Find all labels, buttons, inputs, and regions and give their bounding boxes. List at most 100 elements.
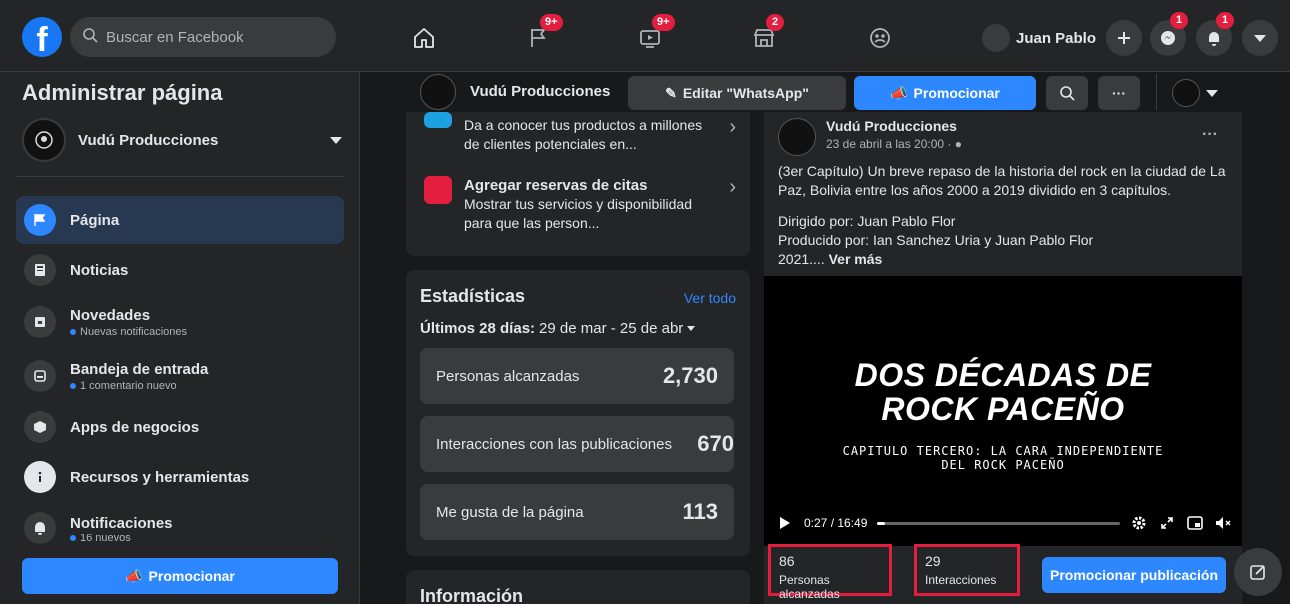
post-header: Vudú Producciones 23 de abril a las 20:0… xyxy=(778,118,962,156)
cube-icon xyxy=(24,411,56,443)
post-card: Vudú Producciones 23 de abril a las 20:0… xyxy=(764,112,1242,604)
page-account-switcher[interactable] xyxy=(1172,76,1218,110)
fullscreen-icon[interactable] xyxy=(1158,514,1176,532)
promote-button[interactable]: 📣 Promocionar xyxy=(22,558,338,594)
more-options-button[interactable]: ··· xyxy=(1098,76,1140,110)
gear-icon[interactable] xyxy=(1130,514,1148,532)
stat-label: Interacciones con las publicaciones xyxy=(436,435,672,453)
notifications-button[interactable]: 1 xyxy=(1196,12,1234,56)
profile-button[interactable]: Juan Pablo xyxy=(982,22,1096,54)
promotion-suggestions-card: Da a conocer tus productos a millones de… xyxy=(406,112,750,256)
boost-post-button[interactable]: Promocionar publicación xyxy=(1042,557,1226,593)
sidebar-item-label: Bandeja de entrada xyxy=(70,360,209,378)
sidebar-item-recursos[interactable]: Recursos y herramientas xyxy=(16,453,344,501)
post-author[interactable]: Vudú Producciones xyxy=(826,118,962,134)
facebook-logo[interactable]: f xyxy=(22,17,62,59)
globe-icon: ● xyxy=(954,137,962,151)
search-box[interactable] xyxy=(70,17,336,57)
video-icon[interactable]: 9+ xyxy=(630,14,675,54)
chevron-down-icon[interactable] xyxy=(330,136,342,144)
play-icon[interactable] xyxy=(776,514,794,532)
avatar xyxy=(982,24,1010,52)
groups-icon[interactable] xyxy=(860,22,900,54)
plus-icon xyxy=(1118,32,1130,44)
sidebar-item-notificaciones[interactable]: Notificaciones 16 nuevos xyxy=(16,504,344,552)
account-menu-button[interactable] xyxy=(1242,20,1278,56)
stat-page-likes[interactable]: Me gusta de la página 113 xyxy=(420,484,734,540)
sidebar-item-subtitle: 1 comentario nuevo xyxy=(70,380,208,392)
messenger-icon xyxy=(1161,31,1175,45)
divider xyxy=(1156,74,1157,110)
period-label: Últimos 28 días: xyxy=(420,320,536,337)
mute-icon[interactable] xyxy=(1214,514,1232,532)
video-controls: 0:27 / 16:49 xyxy=(776,512,1232,534)
video-progress-bar[interactable] xyxy=(877,521,1120,525)
pencil-icon: ✎ xyxy=(665,84,677,101)
sidebar-title: Administrar página xyxy=(22,80,223,105)
sidebar-item-label: Página xyxy=(70,211,120,229)
marketplace-icon[interactable]: 2 xyxy=(744,14,784,54)
notification-badge: 9+ xyxy=(652,14,675,31)
flag-icon[interactable]: 9+ xyxy=(518,14,563,54)
promo-description: Da a conocer tus productos a millones de… xyxy=(464,117,703,152)
chevron-down-icon xyxy=(1254,34,1266,42)
stat-value: 2,730 xyxy=(662,363,718,388)
divider xyxy=(16,176,344,177)
sidebar-item-pagina[interactable]: Página xyxy=(16,196,344,244)
see-more-link[interactable]: Ver más xyxy=(829,251,883,267)
post-credit-line: Dirigido por: Juan Pablo Flor xyxy=(778,213,956,229)
post-options-button[interactable]: ··· xyxy=(1202,126,1218,144)
video-subtitle: CAPITULO TERCERO: LA CARA INDEPENDIENTE … xyxy=(842,444,1164,472)
see-all-link[interactable]: Ver todo xyxy=(684,290,736,306)
sidebar-item-label: Apps de negocios xyxy=(70,418,200,436)
edit-whatsapp-button[interactable]: ✎ Editar "WhatsApp" xyxy=(628,76,846,110)
search-icon xyxy=(1060,86,1075,101)
stats-title: Estadísticas xyxy=(420,286,526,306)
notification-badge: 2 xyxy=(766,14,784,31)
sidebar-item-bandeja[interactable]: Bandeja de entrada 1 comentario nuevo xyxy=(16,352,344,400)
post-reach-metric[interactable]: 86 Personas alcanzadas xyxy=(768,544,892,601)
video-player[interactable]: DOS DÉCADAS DE ROCK PACEÑO CAPITULO TERC… xyxy=(764,276,1242,546)
calendar-icon xyxy=(424,176,452,204)
metric-value: 29 xyxy=(925,553,941,569)
promote-button[interactable]: 📣 Promocionar xyxy=(854,76,1036,110)
stat-value: 113 xyxy=(682,499,719,524)
page-avatar[interactable] xyxy=(420,74,456,110)
home-icon[interactable] xyxy=(404,22,444,54)
stat-reach[interactable]: Personas alcanzadas 2,730 xyxy=(420,348,734,404)
message-icon xyxy=(24,360,56,392)
bell-icon xyxy=(1209,32,1219,46)
post-date[interactable]: 23 de abril a las 20:00 · ● xyxy=(826,137,962,151)
sidebar-item-apps[interactable]: Apps de negocios xyxy=(16,403,344,451)
page-switcher[interactable]: Vudú Producciones xyxy=(22,118,342,162)
period-selector[interactable]: Últimos 28 días: 29 de mar - 25 de abr xyxy=(420,320,696,337)
search-button[interactable] xyxy=(1046,76,1088,110)
search-input[interactable] xyxy=(106,28,306,46)
sidebar-item-label: Notificaciones xyxy=(70,514,173,532)
avatar xyxy=(1172,79,1200,107)
stat-interactions[interactable]: Interacciones con las publicaciones 670 xyxy=(420,416,734,472)
profile-name: Juan Pablo xyxy=(1016,29,1097,47)
news-icon xyxy=(24,254,56,286)
avatar[interactable] xyxy=(778,118,816,156)
manage-page-sidebar: Administrar página Vudú Producciones Pág… xyxy=(0,72,360,604)
promo-item-appointments[interactable]: Agregar reservas de citas Mostrar tus se… xyxy=(424,176,736,233)
page-name: Vudú Producciones xyxy=(78,131,219,149)
page-name[interactable]: Vudú Producciones xyxy=(470,83,610,100)
sidebar-item-novedades[interactable]: Novedades Nuevas notificaciones xyxy=(16,298,344,346)
video-time: 0:27 / 16:49 xyxy=(804,516,868,530)
metric-value: 86 xyxy=(779,553,795,569)
create-button[interactable] xyxy=(1106,20,1142,56)
megaphone-icon: 📣 xyxy=(125,567,143,584)
promo-item-products[interactable]: Da a conocer tus productos a millones de… xyxy=(424,112,736,154)
search-icon xyxy=(82,27,98,47)
messenger-button[interactable]: 1 xyxy=(1150,12,1188,56)
video-title: DOS DÉCADAS DE ROCK PACEÑO xyxy=(854,357,1152,427)
sidebar-item-label: Recursos y herramientas xyxy=(70,468,250,486)
notification-badge: 1 xyxy=(1170,12,1188,29)
stat-label: Personas alcanzadas xyxy=(436,367,580,385)
compose-button[interactable] xyxy=(1234,548,1282,596)
sidebar-item-noticias[interactable]: Noticias xyxy=(16,246,344,294)
post-interactions-metric[interactable]: 29 Interacciones xyxy=(914,544,1020,596)
pip-icon[interactable] xyxy=(1186,514,1204,532)
